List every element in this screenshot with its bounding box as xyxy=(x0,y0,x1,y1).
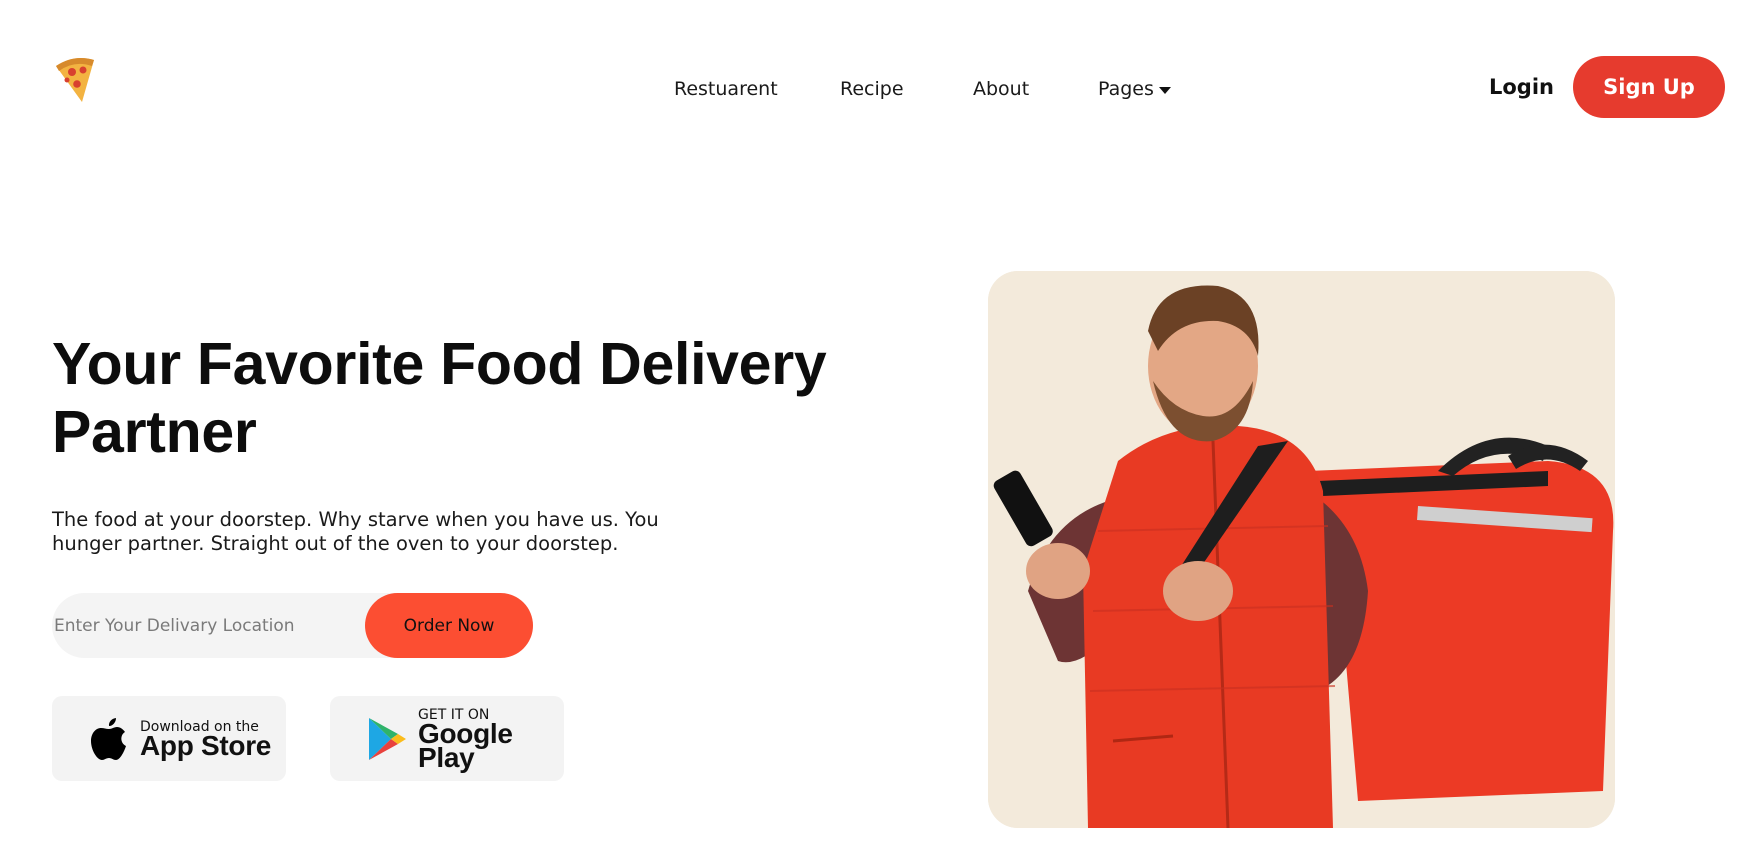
app-store-button[interactable]: Download on the App Store xyxy=(52,696,286,781)
nav-pages-dropdown[interactable]: Pages xyxy=(1098,78,1171,100)
order-now-button[interactable]: Order Now xyxy=(365,593,533,658)
nav-about[interactable]: About xyxy=(973,78,1029,100)
nav-pages-label: Pages xyxy=(1098,78,1154,100)
apple-icon xyxy=(88,714,130,764)
app-store-big-text: App Store xyxy=(140,729,272,761)
google-play-icon xyxy=(366,714,408,764)
landing-page: Restuarent Recipe About Pages Login Sign… xyxy=(0,0,1753,868)
delivery-location-input[interactable] xyxy=(54,593,364,658)
caret-down-icon xyxy=(1158,86,1171,94)
nav-restaurant[interactable]: Restuarent xyxy=(674,78,778,100)
pizza-logo-icon[interactable] xyxy=(52,52,98,104)
nav-recipe[interactable]: Recipe xyxy=(840,78,904,100)
google-play-big-text: Google Play xyxy=(418,717,513,773)
hero-image xyxy=(988,271,1615,828)
hero-subtitle: The food at your doorstep. Why starve wh… xyxy=(52,508,659,555)
hero-title: Your Favorite Food Delivery Partner xyxy=(52,331,827,465)
login-link[interactable]: Login xyxy=(1489,75,1554,99)
delivery-search-bar: Order Now xyxy=(52,593,533,658)
signup-button[interactable]: Sign Up xyxy=(1573,56,1725,118)
google-play-button[interactable]: GET IT ON Google Play xyxy=(330,696,564,781)
delivery-man-photo xyxy=(988,271,1615,828)
